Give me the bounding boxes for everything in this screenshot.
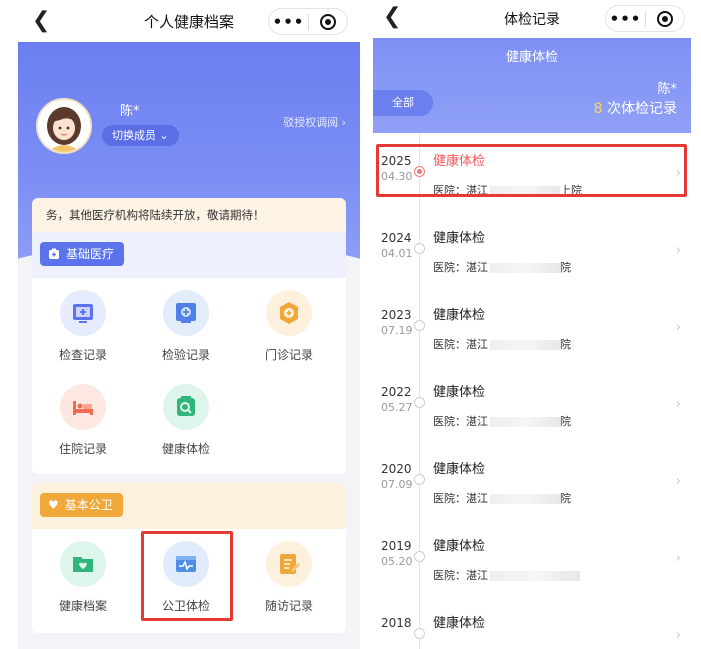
lab-record-icon bbox=[163, 290, 209, 336]
timeline-dot-icon bbox=[414, 243, 425, 254]
record-year: 2024 bbox=[381, 231, 412, 245]
chevron-right-icon: › bbox=[675, 397, 681, 412]
timeline-dot-icon bbox=[414, 320, 425, 331]
target-icon bbox=[656, 10, 673, 27]
outpatient-record-icon bbox=[266, 290, 312, 336]
record-row[interactable]: 2018 健康体检 › bbox=[373, 602, 691, 649]
close-miniprogram-button[interactable] bbox=[646, 10, 684, 27]
followup-record-item[interactable]: 随访记录 bbox=[244, 541, 334, 614]
record-month-day: 07.09 bbox=[381, 478, 413, 491]
record-month-day: 05.27 bbox=[381, 401, 413, 414]
outpatient-record-item[interactable]: 门诊记录 bbox=[244, 290, 334, 363]
record-row[interactable]: 2024 04.01 健康体检医院：湛江院 › bbox=[373, 217, 691, 293]
record-hospital: 医院：湛江院 bbox=[433, 261, 571, 274]
inpatient-record-item[interactable]: 住院记录 bbox=[38, 384, 128, 457]
highlight-box-public-health-exam bbox=[141, 531, 233, 621]
record-hospital: 医院：湛江 bbox=[433, 567, 580, 583]
authorization-link[interactable]: 驳授权调阅 › bbox=[283, 114, 346, 130]
chevron-right-icon: › bbox=[675, 628, 681, 643]
exam-record-icon bbox=[60, 290, 106, 336]
chevron-right-icon: › bbox=[675, 551, 681, 566]
chevron-right-icon: › bbox=[341, 116, 346, 129]
record-row[interactable]: 2020 07.09 健康体检医院：湛江院 › bbox=[373, 448, 691, 524]
timeline-dot-icon bbox=[414, 551, 425, 562]
record-title: 健康体检 bbox=[433, 385, 486, 400]
redacted-text bbox=[490, 340, 560, 350]
section-public-health-header: ♥ 基本公卫 bbox=[40, 493, 123, 517]
lab-record-item[interactable]: 检验记录 bbox=[141, 290, 231, 363]
close-miniprogram-button[interactable] bbox=[309, 13, 347, 30]
health-archive-screen: ❮ 个人健康档案 ••• 陈* 切换成员 ⌄ 驳授权调阅 › 务，其他医疗机构将… bbox=[18, 0, 360, 649]
more-button[interactable]: ••• bbox=[269, 13, 308, 31]
avatar[interactable] bbox=[36, 98, 92, 154]
health-checkup-icon bbox=[163, 384, 209, 430]
record-hospital: 医院：湛江院 bbox=[433, 338, 571, 351]
heart-shield-icon: ♥ bbox=[48, 498, 59, 512]
record-title: 健康体检 bbox=[433, 616, 486, 631]
record-date: 2019 05.20 bbox=[381, 539, 415, 568]
highlight-box-latest-record bbox=[376, 144, 687, 197]
chevron-down-icon: ⌄ bbox=[159, 129, 169, 142]
exam-records-screen: ❮ 体检记录 ••• 健康体检 全部 陈* 8 次体检记录 2025 04.30 健… bbox=[373, 0, 691, 649]
record-month-day: 04.01 bbox=[381, 247, 413, 260]
notice-banner: 务，其他医疗机构将陆续开放，敬请期待！ bbox=[32, 198, 346, 232]
chevron-right-icon: › bbox=[675, 243, 681, 258]
redacted-text bbox=[490, 494, 560, 504]
redacted-text bbox=[490, 263, 560, 273]
record-hospital: 医院：湛江院 bbox=[433, 492, 571, 505]
record-date: 2022 05.27 bbox=[381, 385, 415, 414]
redacted-text bbox=[490, 571, 580, 581]
section-title: 健康体检 bbox=[505, 50, 558, 65]
medical-box-icon bbox=[49, 248, 59, 259]
filter-all-button[interactable]: 全部 bbox=[373, 90, 433, 116]
basic-medical-card: 基础医疗 检查记录 检验记录 门诊记录 住院记录 健康体检 bbox=[32, 232, 346, 474]
record-date: 2020 07.09 bbox=[381, 462, 415, 491]
record-row[interactable]: 2019 05.20 健康体检医院：湛江 › bbox=[373, 525, 691, 601]
mini-program-capsule: ••• bbox=[605, 5, 685, 32]
record-date: 2024 04.01 bbox=[381, 231, 415, 260]
record-count: 8 次体检记录 bbox=[593, 101, 677, 117]
timeline-dot-icon bbox=[414, 397, 425, 408]
exam-record-item[interactable]: 检查记录 bbox=[38, 290, 128, 363]
record-title: 健康体检 bbox=[433, 308, 486, 323]
user-name: 陈* bbox=[657, 82, 677, 97]
redacted-text bbox=[490, 417, 560, 427]
chevron-right-icon: › bbox=[675, 474, 681, 489]
section-basic-medical-header: 基础医疗 bbox=[40, 242, 125, 266]
record-title: 健康体检 bbox=[433, 231, 486, 246]
record-year: 2023 bbox=[381, 308, 412, 322]
record-hospital: 医院：湛江院 bbox=[433, 415, 571, 428]
record-year: 2020 bbox=[381, 462, 412, 476]
record-year: 2018 bbox=[381, 616, 412, 630]
inpatient-bed-icon bbox=[60, 384, 106, 430]
record-year: 2022 bbox=[381, 385, 412, 399]
mini-program-capsule: ••• bbox=[268, 8, 348, 35]
record-row[interactable]: 2022 05.27 健康体检医院：湛江院 › bbox=[373, 371, 691, 447]
record-month-day: 05.20 bbox=[381, 555, 413, 568]
record-title: 健康体检 bbox=[433, 539, 486, 554]
top-bar: ❮ 体检记录 ••• bbox=[373, 0, 691, 38]
health-checkup-item[interactable]: 健康体检 bbox=[141, 384, 231, 457]
records-header: 健康体检 全部 陈* 8 次体检记录 bbox=[373, 38, 691, 133]
record-title: 健康体检 bbox=[433, 462, 486, 477]
female-avatar-icon bbox=[38, 100, 90, 152]
chevron-right-icon: › bbox=[675, 320, 681, 335]
followup-record-icon bbox=[266, 541, 312, 587]
record-year: 2019 bbox=[381, 539, 412, 553]
top-bar: ❮ 个人健康档案 ••• bbox=[18, 0, 360, 42]
timeline-dot-icon bbox=[414, 474, 425, 485]
record-date: 2018 bbox=[381, 616, 415, 632]
timeline-dot-icon bbox=[414, 628, 425, 639]
user-name: 陈* bbox=[120, 104, 140, 119]
record-row[interactable]: 2023 07.19 健康体检医院：湛江院 › bbox=[373, 294, 691, 370]
health-file-item[interactable]: 健康档案 bbox=[38, 541, 128, 614]
record-date: 2023 07.19 bbox=[381, 308, 415, 337]
more-button[interactable]: ••• bbox=[606, 10, 645, 28]
health-file-icon bbox=[60, 541, 106, 587]
record-month-day: 07.19 bbox=[381, 324, 413, 337]
target-icon bbox=[319, 13, 336, 30]
switch-member-button[interactable]: 切换成员 ⌄ bbox=[102, 125, 179, 146]
